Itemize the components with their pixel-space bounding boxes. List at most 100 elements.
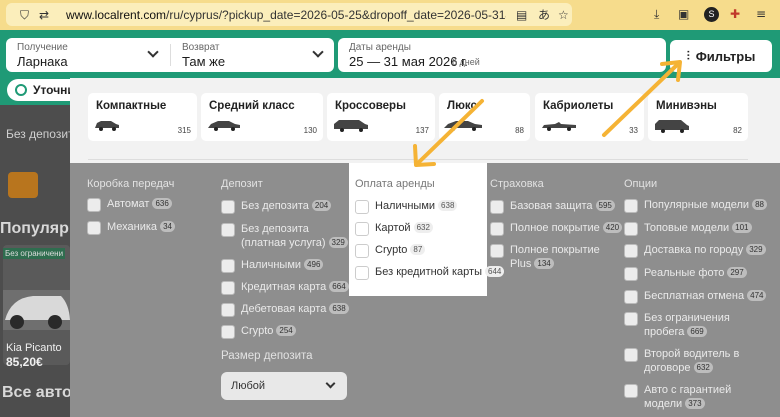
checkbox[interactable] [355, 266, 369, 280]
bg-car-badge: Без ограничени [3, 248, 66, 259]
filter-option[interactable]: Кредитная карта 664 [221, 280, 349, 295]
option-label: Популярные модели [644, 199, 750, 211]
checkbox[interactable] [221, 281, 235, 295]
car-type-count: 315 [177, 126, 191, 135]
checkbox[interactable] [355, 200, 369, 214]
filter-option[interactable]: Популярные модели 88 [624, 198, 767, 213]
filter-option[interactable]: Без депозита 204 [221, 199, 332, 214]
checkbox[interactable] [624, 267, 638, 281]
site-settings-icon[interactable]: ⇄ [39, 9, 49, 21]
profile-avatar[interactable]: S [704, 7, 719, 22]
car-type-convertible[interactable]: Кабриолеты 33 [535, 93, 644, 141]
filter-option[interactable]: Без ограничения пробега 669 [624, 311, 744, 339]
suv-car-icon [334, 120, 368, 132]
extension-icon[interactable]: ✚ [730, 8, 740, 20]
checkbox[interactable] [490, 222, 504, 236]
filter-option[interactable]: Механика 34 [87, 220, 175, 235]
dates-field[interactable]: Даты аренды 25 — 31 мая 2026 г. 6 дней [338, 38, 666, 72]
days-count: 6 дней [452, 57, 480, 67]
checkbox[interactable] [624, 384, 638, 398]
chevron-down-icon[interactable] [312, 46, 324, 58]
gearbox-title: Коробка передач [87, 178, 175, 190]
car-type-midsize[interactable]: Средний класс 130 [201, 93, 323, 141]
filter-option[interactable]: Полное покрытие 420 [490, 221, 623, 236]
sidebar-icon[interactable]: ▣ [678, 8, 689, 20]
filter-option[interactable]: Без кредитной карты 644 [355, 265, 505, 280]
convertible-car-icon [542, 122, 576, 131]
option-label: Полное покрытие Plus [510, 244, 600, 270]
filter-option[interactable]: Наличными 496 [221, 258, 324, 273]
checkbox[interactable] [355, 222, 369, 236]
option-count: 204 [311, 200, 332, 211]
checkbox[interactable] [624, 222, 638, 236]
option-count: 34 [160, 221, 175, 232]
download-icon[interactable]: ⤓ [654, 8, 659, 20]
filter-option[interactable]: Топовые модели 101 [624, 221, 752, 236]
option-label: Без кредитной карты [375, 266, 482, 278]
url-path: /ru/cyprus/?pickup_date=2026-05-25&dropo… [166, 8, 506, 22]
filter-option[interactable]: Без депозита (платная услуга) 329 [221, 222, 349, 250]
address-bar[interactable]: ⛉ ⇄ www.localrent.com/ru/cyprus/?pickup_… [6, 3, 572, 26]
option-label: Картой [375, 222, 411, 234]
translate-icon[interactable]: あ [538, 9, 550, 21]
menu-icon[interactable]: ≡ [756, 8, 766, 20]
checkbox[interactable] [624, 290, 638, 304]
checkbox[interactable] [87, 198, 101, 212]
option-count: 638 [329, 303, 349, 314]
checkbox[interactable] [221, 200, 235, 214]
filter-option[interactable]: Доставка по городу 329 [624, 243, 766, 258]
option-label: Доставка по городу [644, 244, 744, 256]
dates-value[interactable]: 25 — 31 мая 2026 г. [349, 54, 468, 69]
option-label: Топовые модели [644, 222, 730, 234]
chevron-down-icon[interactable] [147, 46, 159, 58]
filter-option[interactable]: Картой 632 [355, 221, 433, 236]
car-type-minivan[interactable]: Минивэны 82 [648, 93, 748, 141]
checkbox[interactable] [624, 312, 638, 326]
car-type-label: Люкс [447, 100, 477, 112]
filter-option[interactable]: Crypto 87 [355, 243, 426, 258]
filter-option[interactable]: Бесплатная отмена 474 [624, 289, 767, 304]
car-type-crossover[interactable]: Кроссоверы 137 [327, 93, 435, 141]
checkbox[interactable] [221, 325, 235, 339]
car-type-label: Кабриолеты [543, 100, 614, 112]
checkbox[interactable] [221, 303, 235, 317]
filter-option[interactable]: Наличными 638 [355, 199, 458, 214]
shield-icon[interactable]: ⛉ [20, 9, 29, 21]
car-type-compact[interactable]: Компактные 315 [88, 93, 197, 141]
checkbox[interactable] [624, 199, 638, 213]
url-text[interactable]: www.localrent.com/ru/cyprus/?pickup_date… [66, 8, 506, 22]
filter-option[interactable]: Второй водитель в договоре 632 [624, 347, 744, 375]
filters-sliders-icon: ⫶ [686, 48, 690, 63]
filter-option[interactable]: Авто с гарантией модели 373 [624, 383, 744, 411]
car-type-luxury[interactable]: Люкс 88 [439, 93, 530, 141]
filter-option[interactable]: Дебетовая карта 638 [221, 302, 349, 317]
option-label: Второй водитель в договоре [644, 348, 740, 374]
bookmark-star-icon[interactable]: ☆ [558, 9, 569, 21]
filters-button[interactable]: ⫶ Фильтры [670, 40, 772, 72]
location-field[interactable]: Получение Ларнака Возврат Там же [6, 38, 334, 72]
checkbox[interactable] [490, 244, 504, 258]
option-count: 669 [687, 326, 707, 337]
filter-option[interactable]: Crypto 254 [221, 324, 296, 339]
checkbox[interactable] [355, 244, 369, 258]
insurance-title: Страховка [490, 178, 544, 190]
filter-option[interactable]: Реальные фото 297 [624, 266, 747, 281]
option-label: Базовая защита [510, 200, 593, 212]
return-value[interactable]: Там же [182, 54, 225, 69]
filter-option[interactable]: Полное покрытие Plus 134 [490, 243, 612, 271]
bg-no-deposit-text: Без депозита [6, 127, 81, 141]
filter-option[interactable]: Базовая защита 595 [490, 199, 615, 214]
option-label: Автомат [107, 198, 150, 210]
filter-option[interactable]: Автомат 636 [87, 197, 172, 212]
deposit-size-select[interactable]: Любой [221, 372, 347, 400]
return-label: Возврат [182, 42, 220, 53]
deposit-size-title: Размер депозита [221, 350, 313, 362]
reader-mode-icon[interactable]: ▤ [516, 9, 527, 21]
checkbox[interactable] [221, 223, 235, 237]
pickup-value[interactable]: Ларнака [17, 54, 68, 69]
checkbox[interactable] [624, 348, 638, 362]
checkbox[interactable] [87, 221, 101, 235]
checkbox[interactable] [221, 259, 235, 273]
checkbox[interactable] [624, 244, 638, 258]
checkbox[interactable] [490, 200, 504, 214]
